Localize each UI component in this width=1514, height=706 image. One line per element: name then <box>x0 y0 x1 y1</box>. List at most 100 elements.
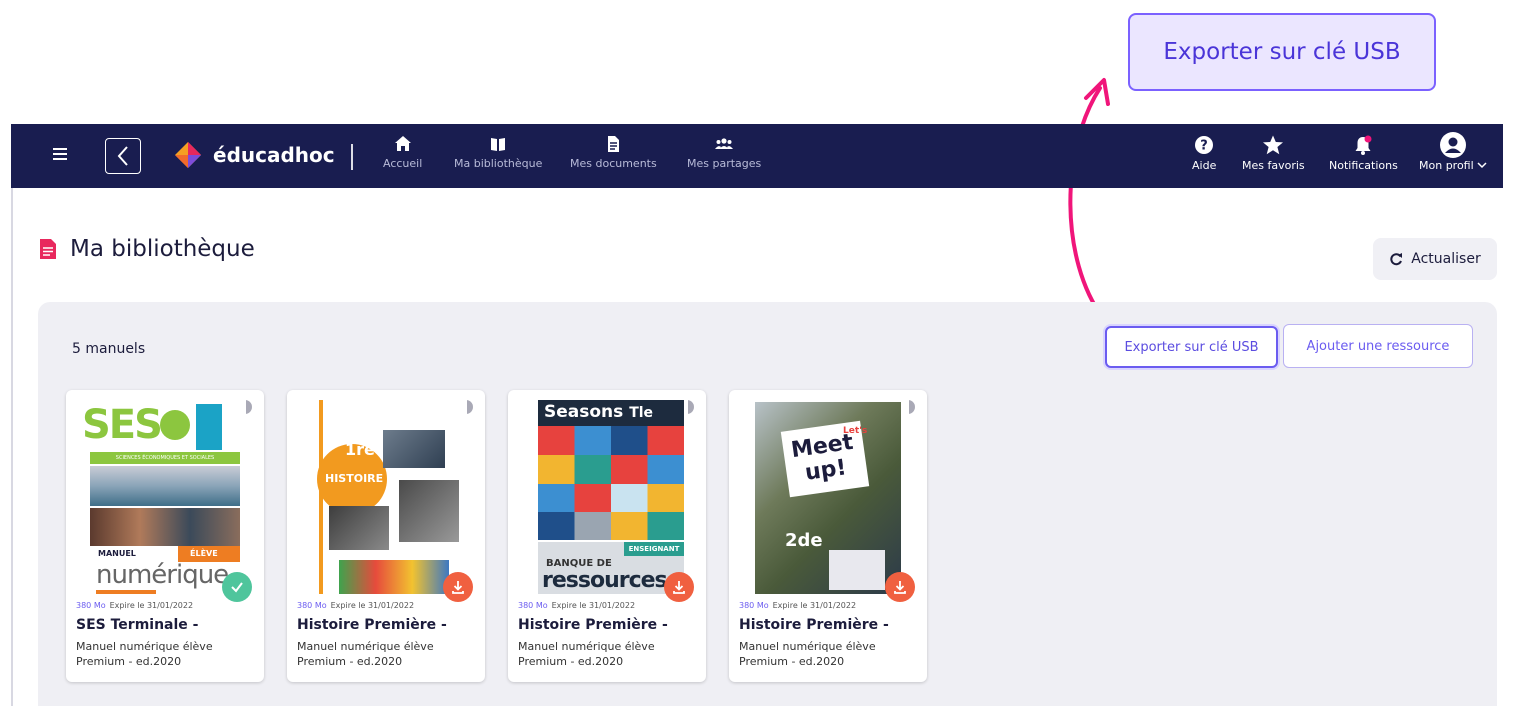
book-card[interactable]: i SES SCIENCES ÉCONOMIQUES ET SOCIALES M… <box>66 390 264 682</box>
cover-grade: Tle <box>629 405 654 421</box>
book-size: 380 Mo <box>739 601 769 610</box>
cover-photo-crowd <box>339 560 449 594</box>
download-icon <box>452 581 464 594</box>
cover-header: Seasons Tle <box>538 400 684 426</box>
export-usb-callout: Exporter sur clé USB <box>1128 13 1436 91</box>
cover-grade: 1re <box>345 440 375 459</box>
download-badge[interactable] <box>443 572 473 602</box>
book-size: 380 Mo <box>518 601 548 610</box>
book-size: 380 Mo <box>297 601 327 610</box>
book-title: Histoire Première - <box>518 617 668 633</box>
downloaded-badge <box>222 572 252 602</box>
cover-title: Seasons <box>544 402 624 422</box>
cover-line: ressources <box>542 568 668 593</box>
book-meta: 380 Mo Expire le 31/01/2022 <box>76 601 193 610</box>
nav-item-label: Mes partages <box>687 157 762 170</box>
book-meta: 380 Mo Expire le 31/01/2022 <box>297 601 414 610</box>
svg-text:?: ? <box>1200 139 1208 154</box>
cover-photo-people <box>399 480 459 542</box>
notifications-button[interactable]: Notifications <box>1329 134 1398 172</box>
book-meta: 380 Mo Expire le 31/01/2022 <box>739 601 856 610</box>
book-expiry: Expire le 31/01/2022 <box>330 601 415 610</box>
cover-grade: 2de <box>785 530 823 551</box>
nav-item-label: Accueil <box>383 157 423 170</box>
people-icon <box>715 138 734 149</box>
page-title: Ma bibliothèque <box>38 236 255 262</box>
favorites-button[interactable]: Mes favoris <box>1242 134 1305 172</box>
book-cover-meet-up[interactable]: Let's Meet up! 2de <box>741 400 909 594</box>
nav-item-mes-documents[interactable]: Mes documents <box>570 134 657 170</box>
cover-band <box>538 542 624 556</box>
book-size: 380 Mo <box>76 601 106 610</box>
help-icon: ? <box>1195 136 1214 154</box>
home-icon <box>394 136 411 151</box>
cover-strip <box>96 590 156 594</box>
nav-item-accueil[interactable]: Accueil <box>383 134 422 170</box>
page-root: Exporter sur clé USB éducadhoc Accueil M… <box>0 0 1514 706</box>
cover-photo-port <box>90 466 240 506</box>
book-icon <box>491 138 506 151</box>
book-subtitle: Manuel numérique élève Premium - ed.2020 <box>739 640 876 668</box>
book-subtitle: Manuel numérique élève Premium - ed.2020 <box>76 640 213 668</box>
chevron-down-icon <box>1477 162 1487 169</box>
book-expiry: Expire le 31/01/2022 <box>772 601 857 610</box>
content-left-border <box>11 188 13 706</box>
download-badge[interactable] <box>664 572 694 602</box>
brand-logo[interactable]: éducadhoc <box>173 140 335 170</box>
cover-photo-people <box>90 508 240 546</box>
add-resource-button[interactable]: Ajouter une ressource <box>1283 324 1473 368</box>
cover-tile-grid <box>538 426 684 540</box>
book-meta: 380 Mo Expire le 31/01/2022 <box>518 601 635 610</box>
cover-tag: ENSEIGNANT <box>624 542 684 556</box>
help-label: Aide <box>1192 159 1217 172</box>
cover-photo-train <box>383 430 445 468</box>
book-subtitle: Manuel numérique élève Premium - ed.2020 <box>518 640 655 668</box>
educadhoc-logo-icon <box>175 142 201 168</box>
nav-item-label: Mes documents <box>570 157 657 170</box>
profile-menu[interactable]: Mon profil <box>1419 132 1487 172</box>
download-icon <box>894 581 906 594</box>
favorites-label: Mes favoris <box>1242 159 1305 172</box>
document-icon <box>40 239 56 259</box>
document-icon <box>608 136 620 152</box>
check-icon <box>231 582 243 593</box>
download-badge[interactable] <box>885 572 915 602</box>
cover-sticker <box>829 550 885 590</box>
cover-title: SES <box>82 402 163 448</box>
bell-icon <box>1355 135 1372 155</box>
top-navbar: éducadhoc Accueil Ma bibliothèque Mes do… <box>11 124 1503 188</box>
book-title: Histoire Première - <box>739 617 889 633</box>
cover-title: HISTOIRE <box>325 472 384 485</box>
profile-label: Mon profil <box>1419 159 1487 172</box>
notifications-label: Notifications <box>1329 159 1398 172</box>
book-expiry: Expire le 31/01/2022 <box>109 601 194 610</box>
book-expiry: Expire le 31/01/2022 <box>551 601 636 610</box>
star-icon <box>1263 135 1284 155</box>
help-button[interactable]: ? Aide <box>1192 134 1216 172</box>
cover-band: SCIENCES ÉCONOMIQUES ET SOCIALES <box>90 452 240 464</box>
hamburger-menu-icon[interactable] <box>53 148 67 160</box>
refresh-button[interactable]: Actualiser <box>1373 238 1497 280</box>
avatar-icon <box>1440 132 1467 158</box>
nav-item-ma-bibliotheque[interactable]: Ma bibliothèque <box>454 134 542 170</box>
page-title-text: Ma bibliothèque <box>70 236 255 262</box>
book-cover-histoire[interactable]: HISTOIRE 1re <box>299 400 467 594</box>
book-cover-seasons[interactable]: Seasons Tle ENSEIGNANT BANQUE DE ressour… <box>520 400 688 594</box>
export-usb-button[interactable]: Exporter sur clé USB <box>1105 326 1278 368</box>
cover-bubble <box>160 410 190 440</box>
cover-word: numérique <box>96 560 229 590</box>
brand-name: éducadhoc <box>213 143 335 167</box>
cover-photo-portrait <box>329 506 389 550</box>
navbar-divider <box>351 144 353 170</box>
nav-item-label: Ma bibliothèque <box>454 157 543 170</box>
back-button[interactable] <box>105 138 141 174</box>
book-card[interactable]: i Seasons Tle ENSEIGNANT BANQUE DE resso… <box>508 390 706 682</box>
book-card[interactable]: i HISTOIRE 1re 380 MoExpire le 31/01/202… <box>287 390 485 682</box>
nav-item-mes-partages[interactable]: Mes partages <box>687 134 761 170</box>
book-title: Histoire Première - <box>297 617 447 633</box>
download-icon <box>673 581 685 594</box>
refresh-icon <box>1390 253 1403 266</box>
book-cover-ses[interactable]: SES SCIENCES ÉCONOMIQUES ET SOCIALES MAN… <box>78 400 246 594</box>
book-card[interactable]: i Let's Meet up! 2de 380 MoExpire le 31/… <box>729 390 927 682</box>
book-title: SES Terminale - <box>76 617 199 633</box>
